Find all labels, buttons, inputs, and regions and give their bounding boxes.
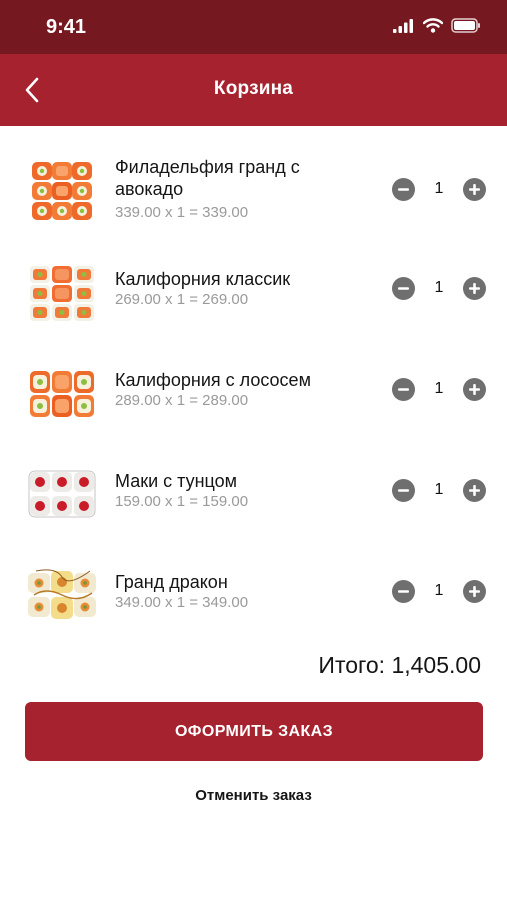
quantity-stepper: 1 bbox=[392, 376, 486, 402]
minus-icon bbox=[398, 589, 409, 593]
status-bar: 9:41 bbox=[0, 0, 507, 54]
product-image bbox=[32, 162, 92, 220]
decrease-button[interactable] bbox=[392, 478, 415, 502]
item-name: Маки с тунцом bbox=[115, 471, 238, 491]
status-icons bbox=[393, 18, 481, 33]
wifi-icon bbox=[423, 18, 443, 33]
quantity-value: 1 bbox=[434, 279, 444, 296]
product-image bbox=[30, 371, 94, 417]
plus-icon bbox=[469, 484, 480, 496]
item-price: 289.00 x 1 = 289.00 bbox=[115, 392, 249, 409]
minus-icon bbox=[398, 488, 409, 492]
minus-icon bbox=[398, 286, 409, 290]
increase-button[interactable] bbox=[463, 276, 486, 300]
decrease-button[interactable] bbox=[392, 177, 415, 201]
minus-icon bbox=[398, 387, 409, 391]
cart-item: Филадельфия гранд с авокадо 339.00 x 1 =… bbox=[0, 156, 507, 256]
order-total: Итого: 1,405.00 bbox=[318, 652, 481, 678]
quantity-stepper: 1 bbox=[392, 477, 486, 503]
cart-item: Маки с тунцом 159.00 x 1 = 159.00 1 bbox=[0, 459, 507, 559]
cancel-order-link[interactable]: Отменить заказ bbox=[0, 787, 507, 804]
increase-button[interactable] bbox=[463, 177, 486, 201]
quantity-stepper: 1 bbox=[392, 176, 486, 202]
increase-button[interactable] bbox=[463, 579, 486, 603]
place-order-button[interactable]: ОФОРМИТЬ ЗАКАЗ bbox=[25, 702, 483, 761]
plus-icon bbox=[469, 383, 480, 395]
item-name: Калифорния классик bbox=[115, 269, 291, 289]
header: Корзина bbox=[0, 54, 507, 126]
cart-item: Гранд дракон 349.00 x 1 = 349.00 1 bbox=[0, 560, 507, 660]
plus-icon bbox=[469, 282, 480, 294]
plus-icon bbox=[469, 183, 480, 195]
cart-item: Калифорния классик 269.00 x 1 = 269.00 1 bbox=[0, 257, 507, 357]
place-order-label: ОФОРМИТЬ ЗАКАЗ bbox=[174, 722, 334, 740]
quantity-value: 1 bbox=[434, 582, 444, 599]
status-time: 9:41 bbox=[46, 16, 87, 38]
product-image bbox=[28, 470, 96, 518]
cart-item: Калифорния с лососем 289.00 x 1 = 289.00… bbox=[0, 358, 507, 458]
quantity-value: 1 bbox=[434, 481, 444, 498]
item-price: 159.00 x 1 = 159.00 bbox=[115, 493, 249, 510]
quantity-stepper: 1 bbox=[392, 275, 486, 301]
item-name: Калифорния с лососем bbox=[115, 370, 311, 390]
item-price: 339.00 x 1 = 339.00 bbox=[115, 204, 249, 221]
item-name: Филадельфия гранд с авокадо bbox=[115, 157, 300, 199]
decrease-button[interactable] bbox=[392, 579, 415, 603]
battery-icon bbox=[451, 18, 480, 33]
minus-icon bbox=[398, 187, 409, 191]
increase-button[interactable] bbox=[463, 478, 486, 502]
quantity-value: 1 bbox=[434, 180, 444, 197]
product-image bbox=[28, 569, 96, 619]
signal-icon bbox=[393, 18, 413, 33]
item-price: 349.00 x 1 = 349.00 bbox=[115, 594, 249, 611]
item-price: 269.00 x 1 = 269.00 bbox=[115, 291, 249, 308]
increase-button[interactable] bbox=[463, 377, 486, 401]
quantity-value: 1 bbox=[434, 380, 444, 397]
decrease-button[interactable] bbox=[392, 276, 415, 300]
page-title: Корзина bbox=[213, 78, 294, 99]
quantity-stepper: 1 bbox=[392, 578, 486, 604]
item-name: Гранд дракон bbox=[115, 572, 228, 592]
product-image bbox=[30, 266, 94, 321]
decrease-button[interactable] bbox=[392, 377, 415, 401]
plus-icon bbox=[469, 585, 480, 597]
